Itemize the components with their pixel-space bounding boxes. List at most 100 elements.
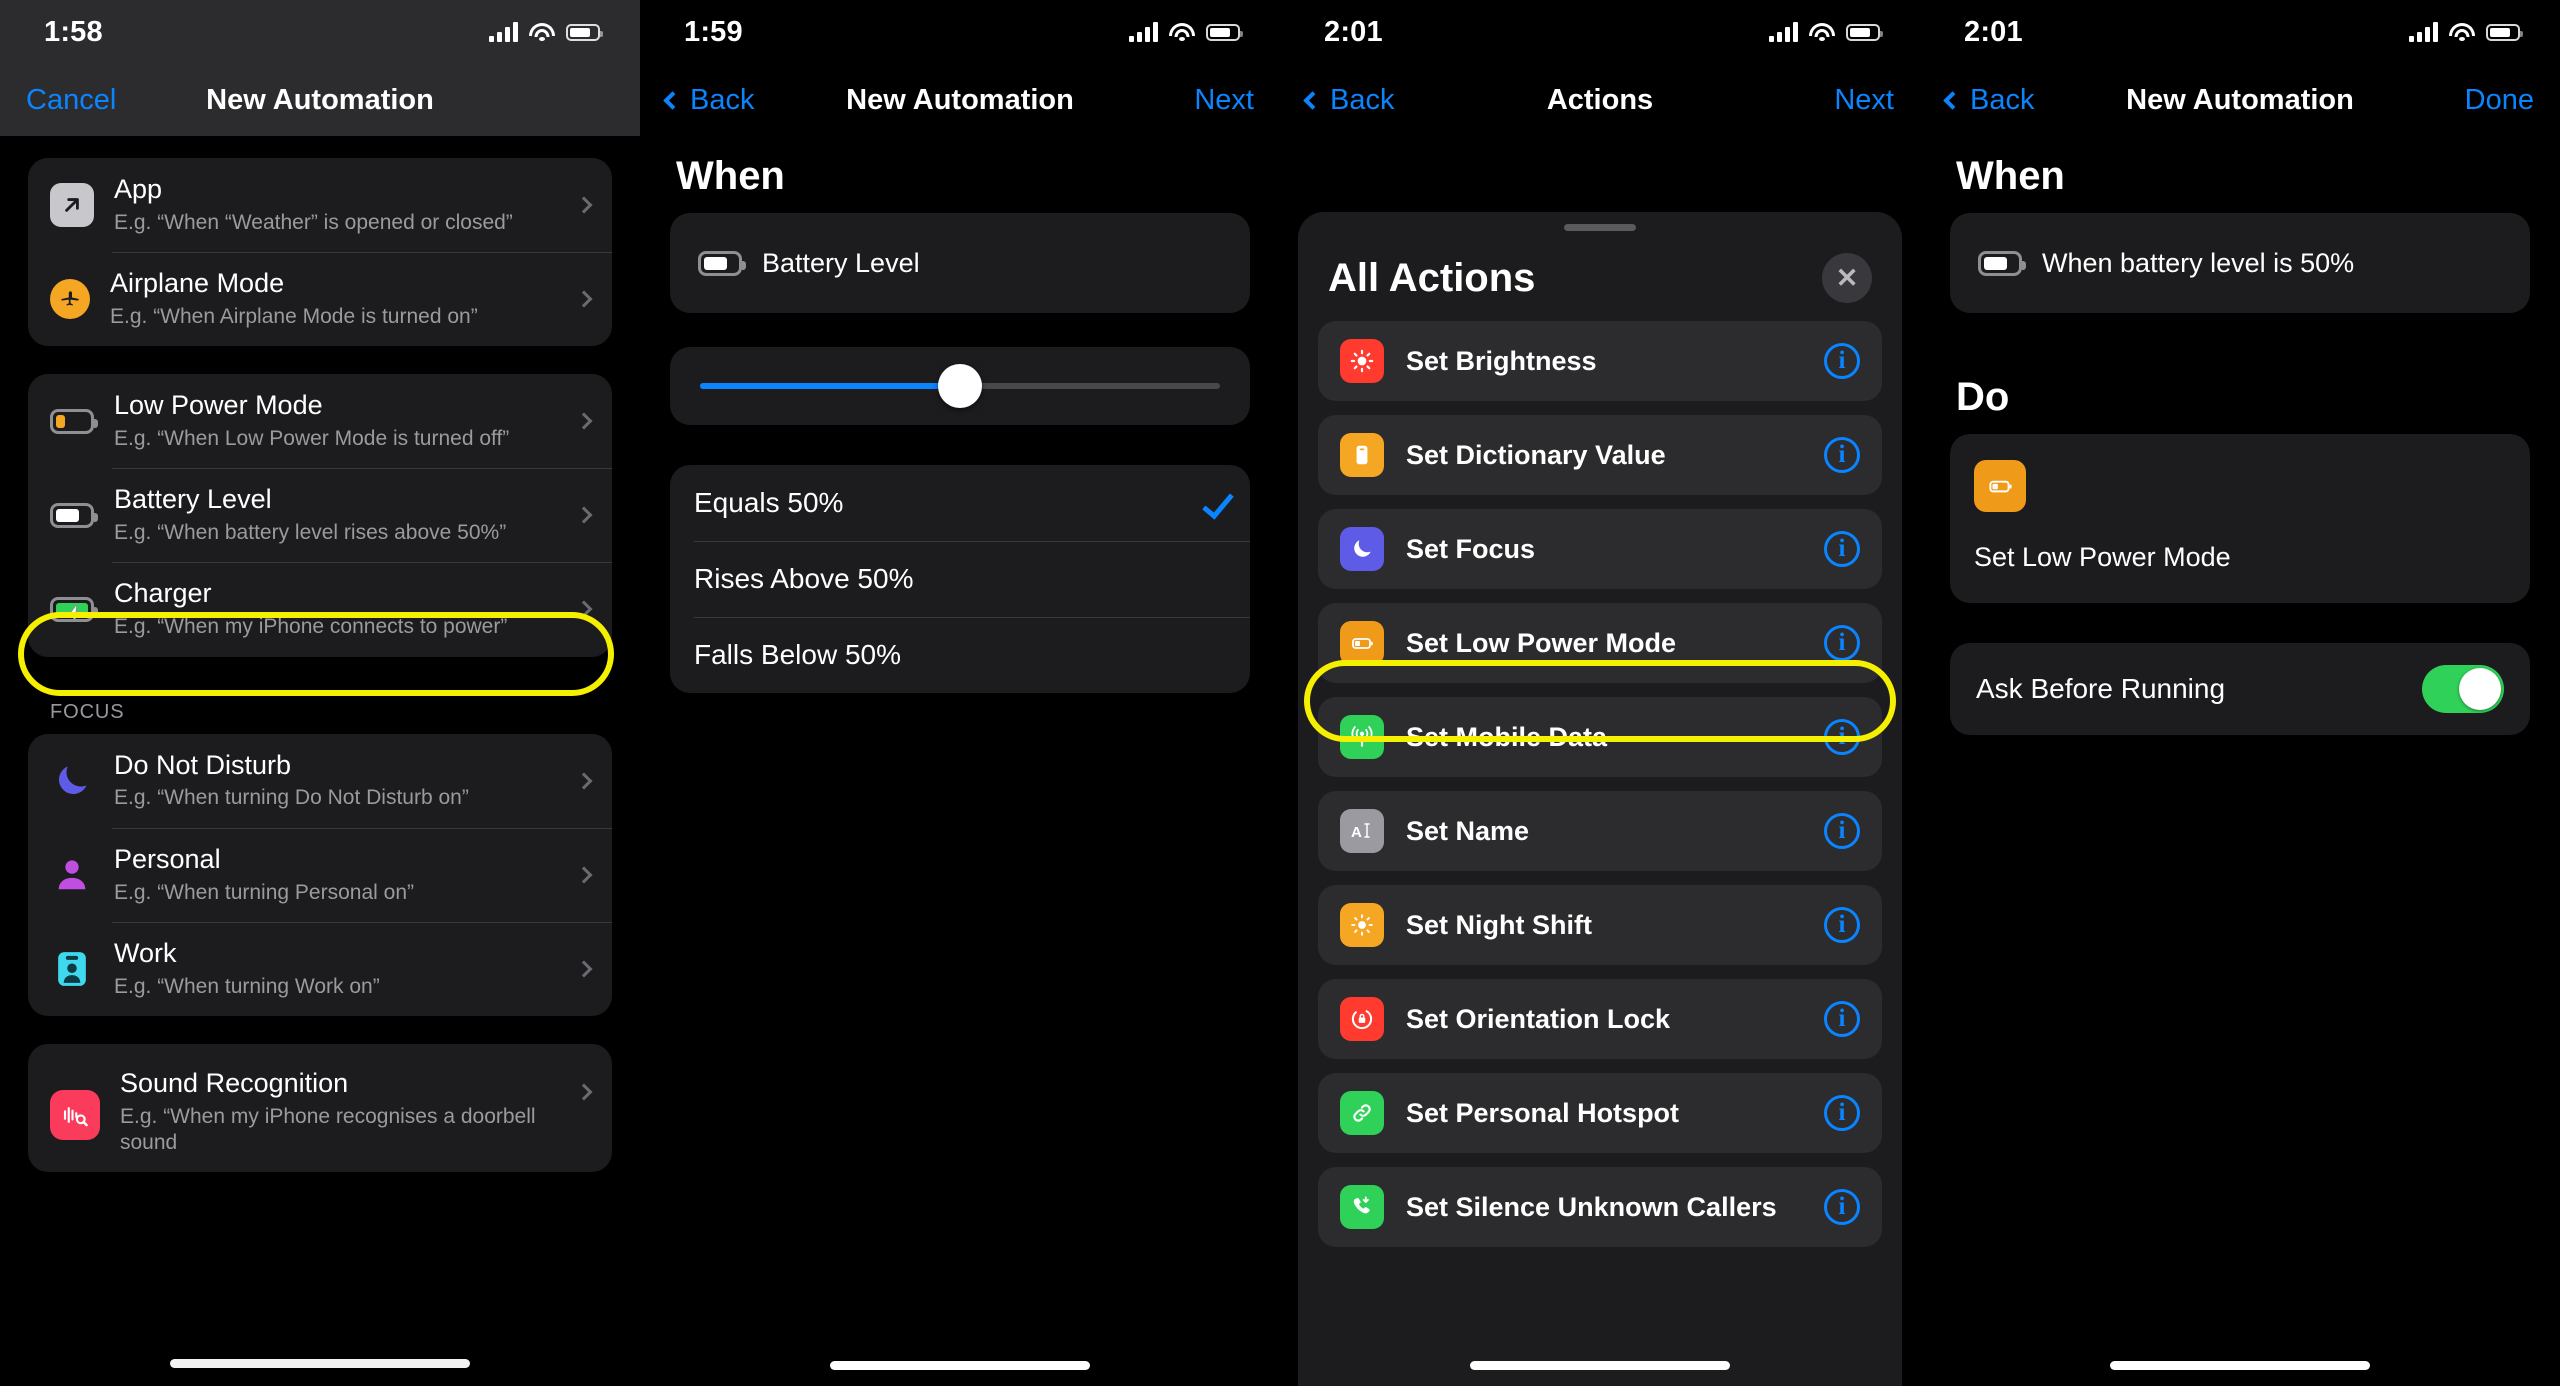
- trigger-row-charger[interactable]: Charger E.g. “When my iPhone connects to…: [28, 562, 612, 656]
- info-icon[interactable]: i: [1824, 907, 1860, 943]
- info-icon[interactable]: i: [1824, 813, 1860, 849]
- home-indicator: [170, 1359, 470, 1368]
- next-button[interactable]: Next: [1194, 84, 1254, 117]
- action-row-set-low-power-mode[interactable]: Set Low Power Mode i: [1318, 603, 1882, 683]
- slider-track[interactable]: [700, 364, 1220, 408]
- actions-list: Set Brightness i Set Dictionary Value i …: [1298, 321, 1902, 1247]
- battery-charging-icon: [50, 587, 98, 631]
- nav-left[interactable]: Cancel: [26, 84, 116, 117]
- trigger-summary-card[interactable]: Battery Level: [670, 213, 1250, 313]
- option-label: Equals 50%: [694, 487, 844, 518]
- trigger-row-low-power-mode[interactable]: Low Power Mode E.g. “When Low Power Mode…: [28, 374, 612, 468]
- status-icons: [2409, 22, 2523, 42]
- action-row-set-mobile-data[interactable]: Set Mobile Data i: [1318, 697, 1882, 777]
- trigger-row-battery-level[interactable]: Battery Level E.g. “When battery level r…: [28, 468, 612, 562]
- status-bar: 1:58: [0, 0, 640, 64]
- action-row-set-dictionary-value[interactable]: Set Dictionary Value i: [1318, 415, 1882, 495]
- cellular-signal-icon: [2409, 22, 2438, 42]
- trigger-subtitle: E.g. “When Low Power Mode is turned off”: [114, 427, 510, 451]
- nav-left[interactable]: Back: [663, 84, 754, 117]
- person-icon: [50, 853, 94, 897]
- when-summary-label: When battery level is 50%: [2042, 247, 2355, 278]
- close-icon[interactable]: ✕: [1822, 253, 1872, 303]
- cancel-button[interactable]: Cancel: [26, 84, 116, 117]
- panel-trigger-list: 1:58 Cancel New Automation App E.g. “Whe…: [0, 0, 640, 1386]
- do-action-label: Set Low Power Mode: [1974, 542, 2231, 572]
- wifi-icon: [2449, 22, 2475, 42]
- action-row-set-brightness[interactable]: Set Brightness i: [1318, 321, 1882, 401]
- panel-automation-summary: 2:01 Back New Automation Done When When …: [1920, 0, 2560, 1386]
- trigger-row-app[interactable]: App E.g. “When “Weather” is opened or cl…: [28, 158, 612, 252]
- info-icon[interactable]: i: [1824, 343, 1860, 379]
- link-icon: [1340, 1091, 1384, 1135]
- chevron-right-icon: [575, 196, 593, 214]
- section-header-focus: FOCUS: [50, 700, 125, 723]
- when-summary-card[interactable]: When battery level is 50%: [1950, 213, 2530, 313]
- back-button[interactable]: Back: [690, 84, 754, 117]
- trigger-row-personal[interactable]: Personal E.g. “When turning Personal on”: [28, 827, 612, 922]
- trigger-title: Battery Level: [114, 484, 272, 515]
- option-label: Falls Below 50%: [694, 639, 901, 670]
- trigger-row-work[interactable]: Work E.g. “When turning Work on”: [28, 921, 612, 1016]
- trigger-texts: Sound Recognition E.g. “When my iPhone r…: [120, 1068, 552, 1156]
- nav-right[interactable]: Done: [2465, 84, 2534, 117]
- trigger-row-sound-recognition[interactable]: Sound Recognition E.g. “When my iPhone r…: [28, 1044, 612, 1172]
- action-row-set-night-shift[interactable]: Set Night Shift i: [1318, 885, 1882, 965]
- screenshot-stage: 1:58 Cancel New Automation App E.g. “Whe…: [0, 0, 2560, 1386]
- action-row-set-silence-unknown-callers[interactable]: Set Silence Unknown Callers i: [1318, 1167, 1882, 1247]
- next-button[interactable]: Next: [1834, 84, 1894, 117]
- when-config: When Battery Level Equals 50% Rises Abov…: [640, 136, 1280, 693]
- action-row-set-orientation-lock[interactable]: Set Orientation Lock i: [1318, 979, 1882, 1059]
- back-button[interactable]: Back: [1330, 84, 1394, 117]
- ask-before-running-toggle[interactable]: [2422, 665, 2504, 713]
- chevron-right-icon: [575, 600, 593, 618]
- status-time: 1:58: [44, 15, 103, 48]
- section-heading-when: When: [1956, 154, 2065, 198]
- trigger-title: Charger: [114, 578, 212, 609]
- nav-bar: Back Actions Next: [1280, 64, 1920, 136]
- done-button[interactable]: Done: [2465, 84, 2534, 117]
- sheet-title: All Actions: [1328, 255, 1536, 300]
- info-icon[interactable]: i: [1824, 1001, 1860, 1037]
- trigger-texts: Work E.g. “When turning Work on”: [114, 938, 552, 1000]
- battery-icon: [566, 23, 603, 41]
- battery-level-slider[interactable]: [690, 357, 1230, 415]
- info-icon[interactable]: i: [1824, 437, 1860, 473]
- battery-icon: [1206, 23, 1243, 41]
- panel-actions-sheet: 2:01 Back Actions Next All Actions ✕ Set…: [1280, 0, 1920, 1386]
- trigger-subtitle: E.g. “When “Weather” is opened or closed…: [114, 210, 513, 234]
- nav-bar: Back New Automation Next: [640, 64, 1280, 136]
- trigger-subtitle: E.g. “When battery level rises above 50%…: [114, 521, 507, 545]
- comparison-options-card: Equals 50% Rises Above 50% Falls Below 5…: [670, 465, 1250, 693]
- nav-left[interactable]: Back: [1303, 84, 1394, 117]
- trigger-title: App: [114, 174, 163, 204]
- info-icon[interactable]: i: [1824, 625, 1860, 661]
- option-rises-above[interactable]: Rises Above 50%: [670, 541, 1250, 617]
- action-row-set-personal-hotspot[interactable]: Set Personal Hotspot i: [1318, 1073, 1882, 1153]
- trigger-texts: Personal E.g. “When turning Personal on”: [114, 844, 552, 906]
- info-icon[interactable]: i: [1824, 531, 1860, 567]
- slider-fill: [700, 383, 960, 389]
- chevron-left-icon: [663, 90, 682, 110]
- trigger-row-airplane-mode[interactable]: Airplane Mode E.g. “When Airplane Mode i…: [28, 252, 612, 346]
- info-icon[interactable]: i: [1824, 1189, 1860, 1225]
- trigger-summary-row: Battery Level: [694, 235, 1226, 291]
- sheet-grabber[interactable]: [1564, 224, 1636, 231]
- info-icon[interactable]: i: [1824, 719, 1860, 755]
- battery-level-slider-card: [670, 347, 1250, 425]
- slider-knob[interactable]: [938, 364, 982, 408]
- action-row-set-focus[interactable]: Set Focus i: [1318, 509, 1882, 589]
- ask-before-running-row[interactable]: Ask Before Running: [1950, 643, 2530, 735]
- battery-low-icon: [50, 399, 98, 443]
- do-action-card[interactable]: Set Low Power Mode: [1950, 434, 2530, 603]
- option-falls-below[interactable]: Falls Below 50%: [670, 617, 1250, 693]
- nav-left[interactable]: Back: [1943, 84, 2034, 117]
- back-button[interactable]: Back: [1970, 84, 2034, 117]
- nav-right[interactable]: Next: [1834, 84, 1894, 117]
- trigger-row-do-not-disturb[interactable]: Do Not Disturb E.g. “When turning Do Not…: [28, 734, 612, 828]
- nav-right[interactable]: Next: [1194, 84, 1254, 117]
- info-icon[interactable]: i: [1824, 1095, 1860, 1131]
- action-row-set-name[interactable]: A Set Name i: [1318, 791, 1882, 871]
- option-equals[interactable]: Equals 50%: [670, 465, 1250, 541]
- action-label: Set Night Shift: [1406, 909, 1592, 940]
